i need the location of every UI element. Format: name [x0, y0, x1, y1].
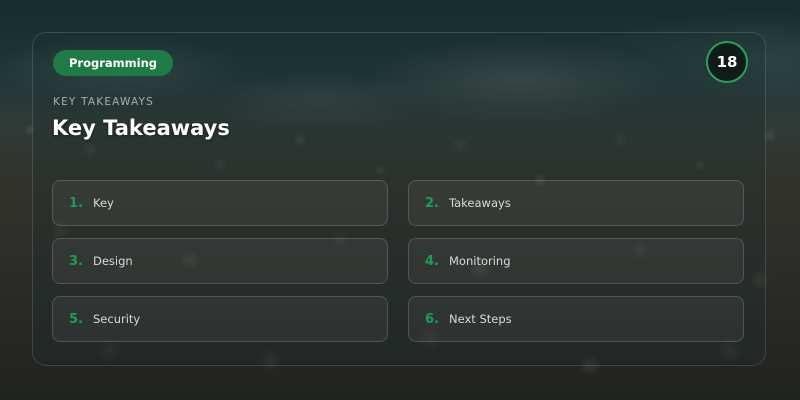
takeaway-number: 5. [69, 311, 83, 327]
takeaway-number: 1. [69, 195, 83, 211]
slide-card: Programming 18 KEY TAKEAWAYS Key Takeawa… [32, 32, 766, 366]
category-tag: Programming [53, 50, 173, 76]
takeaway-list: 1. Key 2. Takeaways 3. Design 4. Monitor… [52, 180, 744, 342]
takeaway-label: Key [93, 196, 114, 210]
takeaway-item: 2. Takeaways [408, 180, 744, 226]
takeaway-item: 1. Key [52, 180, 388, 226]
takeaway-item: 6. Next Steps [408, 296, 744, 342]
takeaway-number: 4. [425, 253, 439, 269]
takeaway-item: 5. Security [52, 296, 388, 342]
takeaway-number: 6. [425, 311, 439, 327]
section-eyebrow: KEY TAKEAWAYS [53, 96, 155, 108]
takeaway-item: 4. Monitoring [408, 238, 744, 284]
takeaway-item: 3. Design [52, 238, 388, 284]
takeaway-label: Monitoring [449, 254, 511, 268]
page-number-badge: 18 [706, 41, 748, 83]
takeaway-number: 2. [425, 195, 439, 211]
takeaway-label: Design [93, 254, 133, 268]
takeaway-label: Next Steps [449, 312, 512, 326]
takeaway-label: Security [93, 312, 141, 326]
slide-title: Key Takeaways [52, 116, 230, 140]
takeaway-label: Takeaways [449, 196, 511, 210]
takeaway-number: 3. [69, 253, 83, 269]
